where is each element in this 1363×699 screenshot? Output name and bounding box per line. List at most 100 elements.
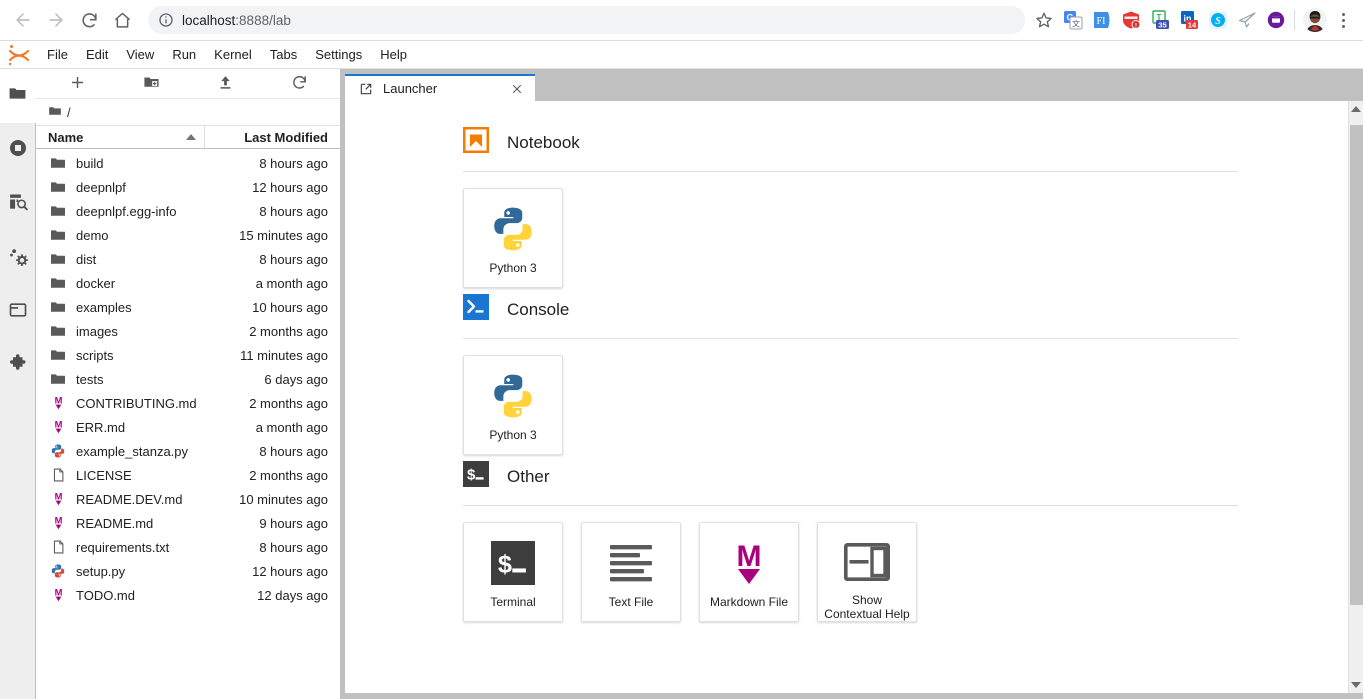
extension-icons: G 文 FI ! T — [1063, 10, 1286, 30]
breadcrumb-folder-icon — [48, 104, 62, 121]
launcher-card[interactable]: M Markdown File — [699, 522, 799, 622]
tab-close-icon[interactable] — [509, 81, 525, 97]
scroll-up-button[interactable] — [1348, 101, 1363, 117]
launcher-scrollbar[interactable] — [1348, 101, 1363, 693]
file-list-item[interactable]: requirements.txt 8 hours ago — [36, 535, 340, 559]
kebab-dot — [1341, 12, 1345, 16]
scrollbar-track[interactable] — [1348, 117, 1363, 677]
refresh-button[interactable] — [262, 71, 336, 97]
file-list-item[interactable]: LICENSE 2 months ago — [36, 463, 340, 487]
file-name: LICENSE — [76, 467, 132, 483]
upload-button[interactable] — [188, 71, 262, 97]
launcher-card[interactable]: Text File — [581, 522, 681, 622]
file-name: setup.py — [76, 563, 126, 579]
file-list-item[interactable]: dist 8 hours ago — [36, 247, 340, 271]
folder-icon — [8, 84, 27, 108]
scrollbar-thumb[interactable] — [1349, 125, 1363, 605]
browser-home-button[interactable] — [107, 5, 137, 35]
folder-icon — [50, 251, 66, 267]
calendar-extension-icon[interactable]: T 35 — [1150, 10, 1170, 30]
file-list-item[interactable]: docker a month ago — [36, 271, 340, 295]
google-translate-extension-icon[interactable]: G 文 — [1063, 10, 1083, 30]
file-list-item[interactable]: setup.py 12 hours ago — [36, 559, 340, 583]
svg-text:$: $ — [498, 550, 512, 578]
file-list-item[interactable]: M CONTRIBUTING.md 2 months ago — [36, 391, 340, 415]
launcher-card[interactable]: $ Terminal — [463, 522, 563, 622]
new-folder-button[interactable] — [114, 71, 188, 97]
browser-back-button[interactable] — [8, 5, 38, 35]
address-bar[interactable]: localhost:8888/lab — [148, 6, 1025, 34]
folder-icon — [50, 347, 66, 363]
browser-menu-button[interactable] — [1331, 7, 1355, 33]
menu-help[interactable]: Help — [371, 43, 416, 66]
column-header-last-modified[interactable]: Last Modified — [205, 130, 340, 145]
scroll-down-button[interactable] — [1348, 677, 1363, 693]
sidebar-item-extension-manager[interactable] — [0, 339, 36, 393]
launcher-section: $ Other $ Terminal Text File M Markdown File Sh… — [463, 461, 1348, 622]
file-list-item[interactable]: demo 15 minutes ago — [36, 223, 340, 247]
menu-settings[interactable]: Settings — [306, 43, 371, 66]
new-launcher-button[interactable] — [40, 71, 114, 97]
launcher-icon — [359, 82, 373, 96]
menu-kernel[interactable]: Kernel — [205, 43, 261, 66]
skype-extension-icon[interactable]: S — [1208, 10, 1228, 30]
sidebar-item-file-browser[interactable] — [0, 69, 36, 123]
file-list-item[interactable]: tests 6 days ago — [36, 367, 340, 391]
file-list-item[interactable]: M README.md 9 hours ago — [36, 511, 340, 535]
file-name: scripts — [76, 347, 114, 363]
file-name: README.DEV.md — [76, 491, 183, 507]
adblock-extension-icon[interactable]: ! — [1121, 10, 1141, 30]
breadcrumb-root[interactable]: / — [67, 105, 71, 120]
file-list-item[interactable]: M ERR.md a month ago — [36, 415, 340, 439]
file-list-item[interactable]: scripts 11 minutes ago — [36, 343, 340, 367]
folder-icon — [50, 203, 66, 219]
file-last-modified: 12 days ago — [257, 587, 328, 603]
grammar-extension-icon[interactable]: FI — [1092, 10, 1112, 30]
telegram-extension-icon[interactable] — [1237, 10, 1257, 30]
bookmark-star-icon[interactable] — [1031, 7, 1057, 33]
python-logo-icon — [487, 370, 539, 422]
browser-forward-button[interactable] — [41, 5, 71, 35]
notebook-bookmark-icon — [462, 126, 490, 158]
menu-edit[interactable]: Edit — [77, 43, 117, 66]
file-name: deepnlpf.egg-info — [76, 203, 177, 219]
file-list-item[interactable]: M README.DEV.md 10 minutes ago — [36, 487, 340, 511]
file-list-item[interactable]: build 8 hours ago — [36, 151, 340, 175]
sidebar-item-open-tabs[interactable] — [0, 285, 36, 339]
menu-run[interactable]: Run — [163, 43, 205, 66]
file-list: build 8 hours ago deepnlpf 12 hours ago deep… — [36, 149, 340, 699]
svg-text:M: M — [54, 492, 62, 502]
browser-reload-button[interactable] — [74, 5, 104, 35]
purple-chat-extension-icon[interactable] — [1266, 10, 1286, 30]
launcher-card[interactable]: Python 3 — [463, 188, 563, 288]
sidebar-item-command-palette[interactable] — [0, 177, 36, 231]
tab-launcher[interactable]: Launcher — [345, 74, 535, 101]
profile-avatar[interactable] — [1303, 8, 1327, 32]
breadcrumb[interactable]: / — [36, 99, 340, 125]
sidebar-item-running-terminals[interactable] — [0, 123, 36, 177]
menu-view[interactable]: View — [117, 43, 163, 66]
menu-file[interactable]: File — [38, 43, 77, 66]
file-list-item[interactable]: example_stanza.py 8 hours ago — [36, 439, 340, 463]
file-last-modified: a month ago — [255, 275, 328, 291]
svg-text:S: S — [1215, 16, 1221, 27]
site-info-icon[interactable] — [158, 12, 174, 28]
column-header-name[interactable]: Name — [36, 126, 205, 148]
launcher-section: Console Python 3 — [463, 294, 1348, 455]
file-list-item[interactable]: deepnlpf.egg-info 8 hours ago — [36, 199, 340, 223]
launcher-card-row: Python 3 — [463, 188, 1348, 288]
file-list-item[interactable]: images 2 months ago — [36, 319, 340, 343]
file-list-item[interactable]: deepnlpf 12 hours ago — [36, 175, 340, 199]
menu-tabs[interactable]: Tabs — [261, 43, 306, 66]
file-list-item[interactable]: M TODO.md 12 days ago — [36, 583, 340, 607]
launcher-card[interactable]: Show Contextual Help — [817, 522, 917, 622]
linkedin-extension-icon[interactable]: in 14 — [1179, 10, 1199, 30]
launcher-card[interactable]: Python 3 — [463, 355, 563, 455]
sidebar-item-property-inspector[interactable] — [0, 231, 36, 285]
left-activity-bar — [0, 69, 36, 699]
svg-text:14: 14 — [1188, 20, 1197, 29]
gears-icon — [8, 245, 29, 271]
svg-text:M: M — [54, 420, 62, 430]
file-list-item[interactable]: examples 10 hours ago — [36, 295, 340, 319]
file-last-modified: 6 days ago — [264, 371, 328, 387]
